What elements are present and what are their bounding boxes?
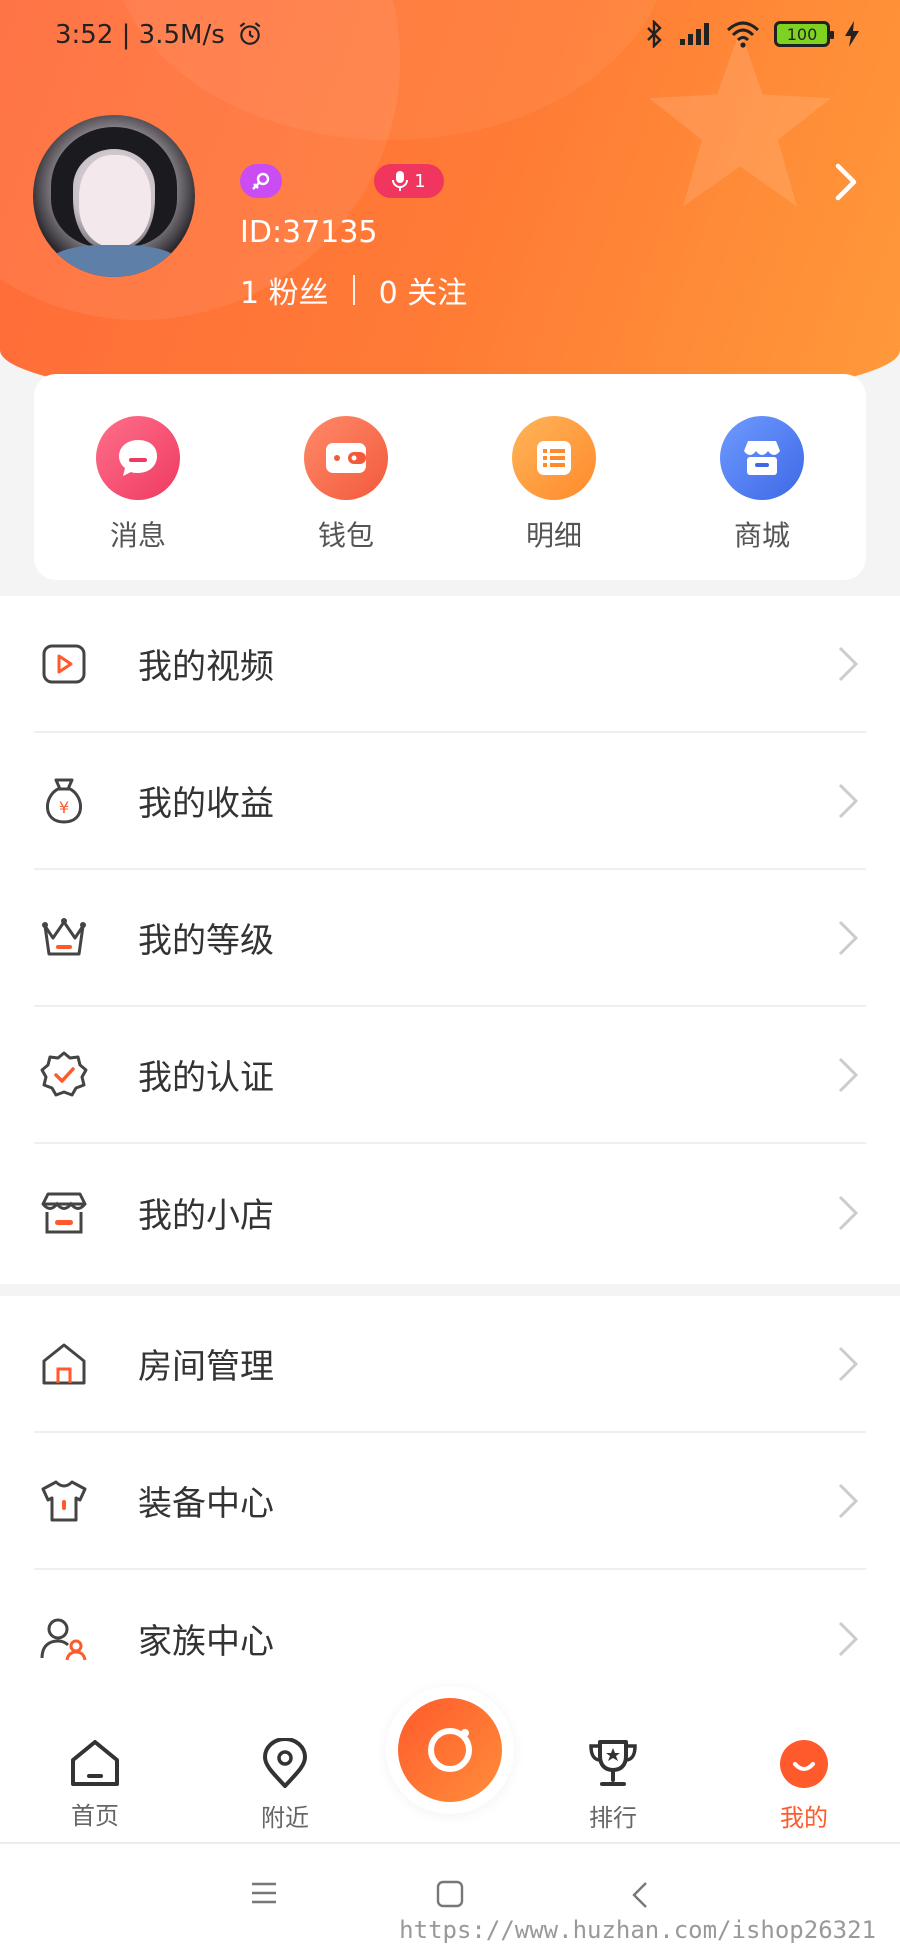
tab-label: 排行 [589, 1804, 637, 1832]
menu-item-label: 房间管理 [138, 1347, 274, 1387]
menu-item-label: 我的收益 [138, 784, 274, 824]
menu-section-tools: 房间管理 装备中心 家族中心 [0, 1296, 900, 1716]
tab-label: 附近 [261, 1804, 309, 1832]
avatar[interactable] [33, 115, 195, 277]
menu-item-my-certification[interactable]: 我的认证 [34, 1007, 866, 1144]
quick-action-wallet[interactable]: 钱包 [282, 416, 410, 580]
family-icon [38, 1613, 90, 1665]
bluetooth-icon [647, 20, 662, 48]
menu-item-label: 装备中心 [138, 1484, 274, 1524]
svg-text:¥: ¥ [59, 798, 69, 817]
shirt-icon [38, 1475, 90, 1527]
stats-divider [352, 275, 355, 305]
tab-home[interactable]: 首页 [35, 1738, 155, 1831]
certified-badge-icon [38, 1049, 90, 1101]
menu-item-my-earnings[interactable]: ¥ 我的收益 [34, 733, 866, 870]
camera-icon [428, 1728, 472, 1772]
chevron-right-icon [838, 1057, 859, 1092]
menu-item-label: 家族中心 [138, 1622, 274, 1662]
menu-item-room-management[interactable]: 房间管理 [34, 1296, 866, 1433]
tab-label: 我的 [780, 1804, 828, 1832]
menu-item-family-center[interactable]: 家族中心 [34, 1570, 866, 1707]
anchor-level-badge: 1 [374, 164, 444, 198]
charging-bolt-icon [845, 21, 859, 47]
microphone-icon [392, 171, 409, 191]
status-bar: 3:52 | 3.5M/s 100 [0, 0, 900, 72]
quick-action-label: 消息 [109, 519, 166, 552]
chevron-right-icon [838, 1483, 859, 1518]
store-icon [38, 1187, 90, 1239]
menu-item-my-store[interactable]: 我的小店 [34, 1144, 866, 1281]
tab-ranking[interactable]: 排行 [553, 1738, 673, 1833]
profile-smile-icon [780, 1740, 828, 1788]
menu-item-my-level[interactable]: 我的等级 [34, 870, 866, 1007]
chevron-right-icon [838, 783, 859, 818]
money-bag-icon: ¥ [38, 775, 90, 827]
quick-action-label: 商城 [733, 519, 790, 552]
wallet-icon [304, 416, 388, 500]
battery-indicator: 100 [774, 21, 834, 47]
quick-actions-card: 消息 钱包 明细 商城 [34, 374, 866, 580]
bottom-tab-bar: 首页 附近 排行 我的 [0, 1698, 900, 1842]
signal-icon [680, 23, 709, 45]
live-camera-button[interactable] [398, 1698, 502, 1802]
anchor-level-value: 1 [414, 170, 426, 192]
tab-label: 首页 [71, 1802, 119, 1830]
quick-action-label: 明细 [525, 519, 582, 552]
wifi-icon [726, 21, 760, 48]
watermark-text: https://www.huzhan.com/ishop26321 [399, 1916, 876, 1944]
chat-bubble-icon [96, 416, 180, 500]
system-navigation-bar: https://www.huzhan.com/ishop26321 [0, 1842, 900, 1950]
menu-item-label: 我的小店 [138, 1196, 274, 1236]
chevron-right-icon [838, 646, 859, 681]
fans-count[interactable]: 1 粉丝 [240, 268, 329, 312]
list-icon [512, 416, 596, 500]
quick-action-label: 钱包 [317, 519, 374, 552]
alarm-icon [239, 22, 261, 45]
chevron-right-icon [838, 1621, 859, 1656]
menu-item-my-videos[interactable]: 我的视频 [34, 596, 866, 733]
chevron-right-icon [838, 1195, 859, 1230]
profile-chevron-right-icon[interactable] [832, 160, 860, 204]
crown-icon [38, 912, 90, 964]
location-pin-icon [263, 1738, 307, 1788]
female-icon [252, 172, 270, 190]
back-chevron-icon[interactable] [630, 1880, 650, 1910]
home-icon [71, 1740, 119, 1786]
menu-item-label: 我的视频 [138, 647, 274, 687]
video-icon [38, 638, 90, 690]
trophy-icon [589, 1740, 637, 1786]
menu-item-label: 我的等级 [138, 921, 274, 961]
chevron-right-icon [838, 920, 859, 955]
quick-action-mall[interactable]: 商城 [698, 416, 826, 580]
chevron-right-icon [838, 1346, 859, 1381]
user-id: ID:37135 [240, 215, 378, 250]
gender-badge [240, 164, 282, 198]
menu-item-label: 我的认证 [138, 1058, 274, 1098]
house-icon [38, 1338, 90, 1390]
tab-nearby[interactable]: 附近 [225, 1738, 345, 1833]
quick-action-messages[interactable]: 消息 [74, 416, 202, 580]
menu-item-equipment-center[interactable]: 装备中心 [34, 1433, 866, 1570]
menu-lines-icon[interactable] [250, 1880, 278, 1906]
status-time: 3:52 | 3.5M/s [55, 20, 263, 50]
follow-stats: 1 粉丝 0 关注 [240, 268, 467, 312]
following-count[interactable]: 0 关注 [379, 268, 468, 312]
shop-icon [720, 416, 804, 500]
quick-action-details[interactable]: 明细 [490, 416, 618, 580]
tab-mine[interactable]: 我的 [744, 1738, 864, 1833]
menu-section-personal: 我的视频 ¥ 我的收益 我的等级 我的认证 我的小店 [0, 596, 900, 1284]
home-square-icon[interactable] [436, 1880, 464, 1908]
